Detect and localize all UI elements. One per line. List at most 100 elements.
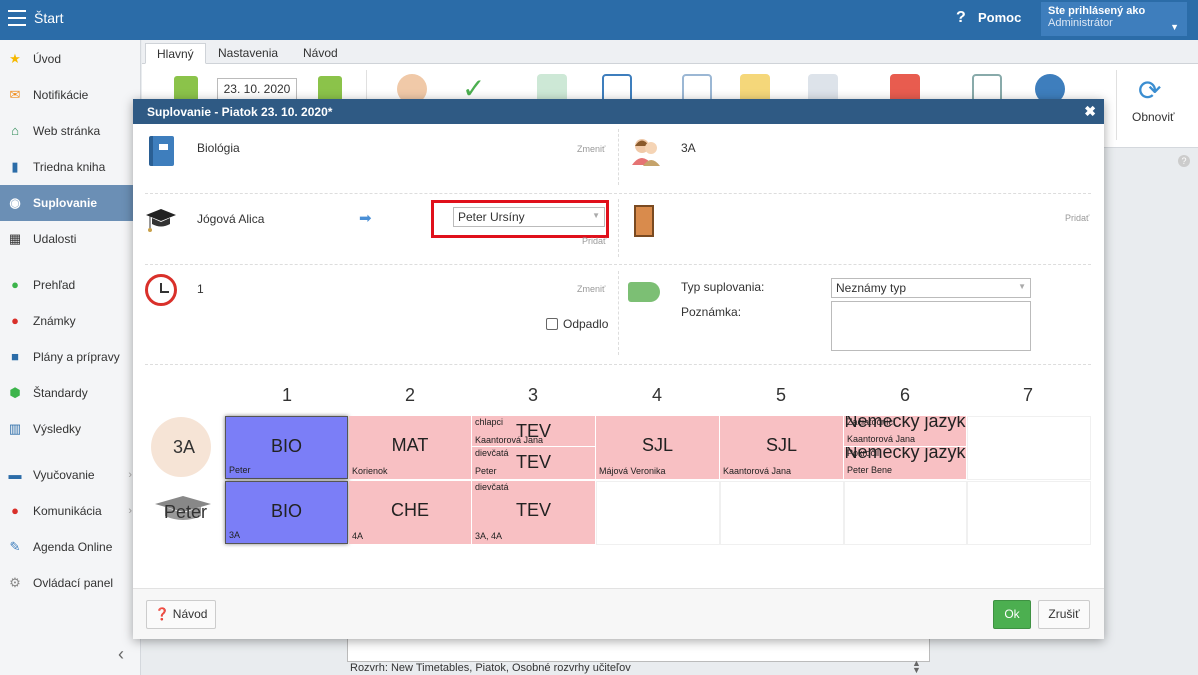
note-textarea[interactable] <box>831 301 1031 351</box>
refresh-button[interactable]: Obnoviť <box>1132 110 1175 124</box>
lesson-subject: BIO <box>270 436 302 456</box>
chevron-right-icon: › <box>128 505 132 517</box>
sidebar-item-ovladaci-panel[interactable]: ⚙ Ovládací panel <box>0 565 140 601</box>
ok-button[interactable]: Ok <box>993 600 1031 629</box>
arrow-right-icon: ➡ <box>359 210 372 227</box>
graduation-cap-icon <box>146 209 176 232</box>
sidebar-item-label: Ovládací panel <box>33 576 114 590</box>
refresh-icon[interactable]: ⟳ <box>1138 74 1161 107</box>
sidebar-item-komunikacia[interactable]: ● Komunikácia › <box>0 493 140 529</box>
check-circle-icon: ● <box>11 277 19 292</box>
help-icon[interactable]: ? <box>956 9 966 27</box>
sidebar-item-agenda[interactable]: ✎ Agenda Online <box>0 529 140 565</box>
note-label: Poznámka: <box>681 305 742 319</box>
user-menu[interactable]: Ste prihlásený ako Administrátor ▼ <box>1041 2 1187 36</box>
sidebar-item-web[interactable]: ⌂ Web stránka <box>0 113 140 149</box>
chat-icon: ● <box>11 503 19 518</box>
empty-cell[interactable] <box>596 481 720 545</box>
lesson-subject: SJL <box>765 435 798 455</box>
shield-icon: ⬢ <box>9 385 21 400</box>
lesson-card[interactable]: SJL Kaantorová Jana <box>720 416 843 479</box>
substitution-type-value: Neznámy typ <box>836 281 907 295</box>
lesson-card[interactable]: MAT Korienok <box>349 416 471 479</box>
status-text: Rozvrh: New Timetables, Piatok, Osobné r… <box>350 662 631 674</box>
sidebar-item-plany[interactable]: ■ Plány a prípravy <box>0 339 140 375</box>
alarm-clock-icon <box>145 274 177 306</box>
sidebar-item-vysledky[interactable]: ▥ Výsledky <box>0 411 140 447</box>
board-icon: ▬ <box>8 467 22 482</box>
absent-teacher: Jógová Alica <box>197 212 265 226</box>
lesson-teacher: Májová Veronika <box>599 466 666 476</box>
add-room-link[interactable]: Pridať <box>1065 213 1089 223</box>
lesson-card[interactable]: chlapci TEV Kaantorová Jana <box>472 416 595 446</box>
scroll-arrows-icon[interactable]: ▲ ▼ <box>912 659 921 675</box>
sidebar-item-notifikacie[interactable]: ✉ Notifikácie <box>0 77 140 113</box>
lesson-card[interactable]: dievčatá TEV 3A, 4A <box>472 481 595 544</box>
lesson-card-selected[interactable]: BIO Peter <box>225 416 348 479</box>
tab-nastavenia[interactable]: Nastavenia <box>207 43 289 64</box>
sidebar-item-suplovanie[interactable]: ◉ Suplovanie <box>0 185 140 221</box>
lesson-subject: Nemecký jazyk <box>844 416 966 431</box>
dialog-header: Suplovanie - Piatok 23. 10. 2020* ✖ <box>133 99 1104 124</box>
star-icon: ★ <box>9 51 21 66</box>
user-label: Ste prihlásený ako <box>1048 5 1146 17</box>
bar-chart-icon: ▥ <box>8 421 22 436</box>
book-icon <box>149 136 174 166</box>
sidebar-item-label: Známky <box>33 314 76 328</box>
date-field[interactable]: 23. 10. 2020 <box>217 78 297 100</box>
sidebar-item-uvod[interactable]: ★ Úvod <box>0 41 140 77</box>
sidebar-item-znamky[interactable]: ● Známky <box>0 303 140 339</box>
empty-cell[interactable] <box>967 416 1091 480</box>
sidebar-item-label: Štandardy <box>33 386 88 400</box>
help-icon[interactable]: ? <box>1178 155 1190 167</box>
subject-name: Biológia <box>197 141 240 155</box>
gear-icon: ⚙ <box>9 575 21 590</box>
lesson-card[interactable]: Pokročilí Nemecký jazyk Peter Bene <box>844 447 966 479</box>
sidebar-item-label: Úvod <box>33 52 62 66</box>
change-lesson-link[interactable]: Zmeniť <box>577 284 605 294</box>
period-header: 6 <box>899 385 910 405</box>
sidebar-item-label: Komunikácia <box>33 504 102 518</box>
close-icon[interactable]: ✖ <box>1084 103 1096 120</box>
collapse-sidebar-icon[interactable]: ‹ <box>118 644 124 665</box>
chevron-down-icon: ▼ <box>1170 22 1179 32</box>
door-icon <box>634 205 654 237</box>
help-button[interactable]: ❓ Návod <box>146 600 216 629</box>
change-subject-link[interactable]: Zmeniť <box>577 144 605 154</box>
sidebar-item-vyucovanie[interactable]: ▬ Vyučovanie › <box>0 457 140 493</box>
lesson-card[interactable]: SJL Májová Veronika <box>596 416 719 479</box>
sidebar-item-udalosti[interactable]: ▦ Udalosti <box>0 221 140 257</box>
tab-navod[interactable]: Návod <box>292 43 349 64</box>
empty-cell[interactable] <box>967 481 1091 545</box>
app-title[interactable]: Štart <box>34 10 64 26</box>
sidebar-item-standardy[interactable]: ⬢ Štandardy <box>0 375 140 411</box>
add-teacher-link[interactable]: Pridať <box>582 236 606 246</box>
lesson-teacher: Peter <box>475 466 497 476</box>
row-label-class: 3A <box>173 437 196 457</box>
cancelled-label: Odpadlo <box>563 317 609 331</box>
lesson-card[interactable]: CHE 4A <box>349 481 471 544</box>
tag-icon <box>628 282 660 302</box>
period-header: 2 <box>404 385 415 405</box>
cancel-button[interactable]: Zrušiť <box>1038 600 1090 629</box>
period-header: 4 <box>651 385 662 405</box>
help-link[interactable]: Pomoc <box>978 10 1021 25</box>
tab-hlavny[interactable]: Hlavný <box>145 43 206 64</box>
lesson-card[interactable]: dievčatá TEV Peter <box>472 447 595 479</box>
lesson-teacher: Peter <box>229 465 251 475</box>
sidebar-item-label: Notifikácie <box>33 88 89 102</box>
sidebar-item-label: Udalosti <box>33 232 77 246</box>
book-icon: ▮ <box>11 159 19 174</box>
empty-cell[interactable] <box>720 481 844 545</box>
cancelled-checkbox[interactable] <box>546 318 558 330</box>
lesson-card-selected[interactable]: BIO 3A <box>225 481 348 544</box>
empty-cell[interactable] <box>844 481 967 545</box>
sidebar-item-label: Agenda Online <box>33 540 113 554</box>
help-circle-icon: ❓ <box>154 607 170 621</box>
substitution-type-select[interactable]: Neznámy typ ▼ <box>831 278 1031 298</box>
sidebar-item-prehlad[interactable]: ● Prehľad <box>0 267 140 303</box>
menu-icon[interactable] <box>8 10 26 26</box>
home-icon: ⌂ <box>11 123 19 138</box>
lesson-card[interactable]: Začiatočníci Nemecký jazyk Kaantorová Ja… <box>844 416 966 446</box>
sidebar-item-triedna-kniha[interactable]: ▮ Triedna kniha <box>0 149 140 185</box>
